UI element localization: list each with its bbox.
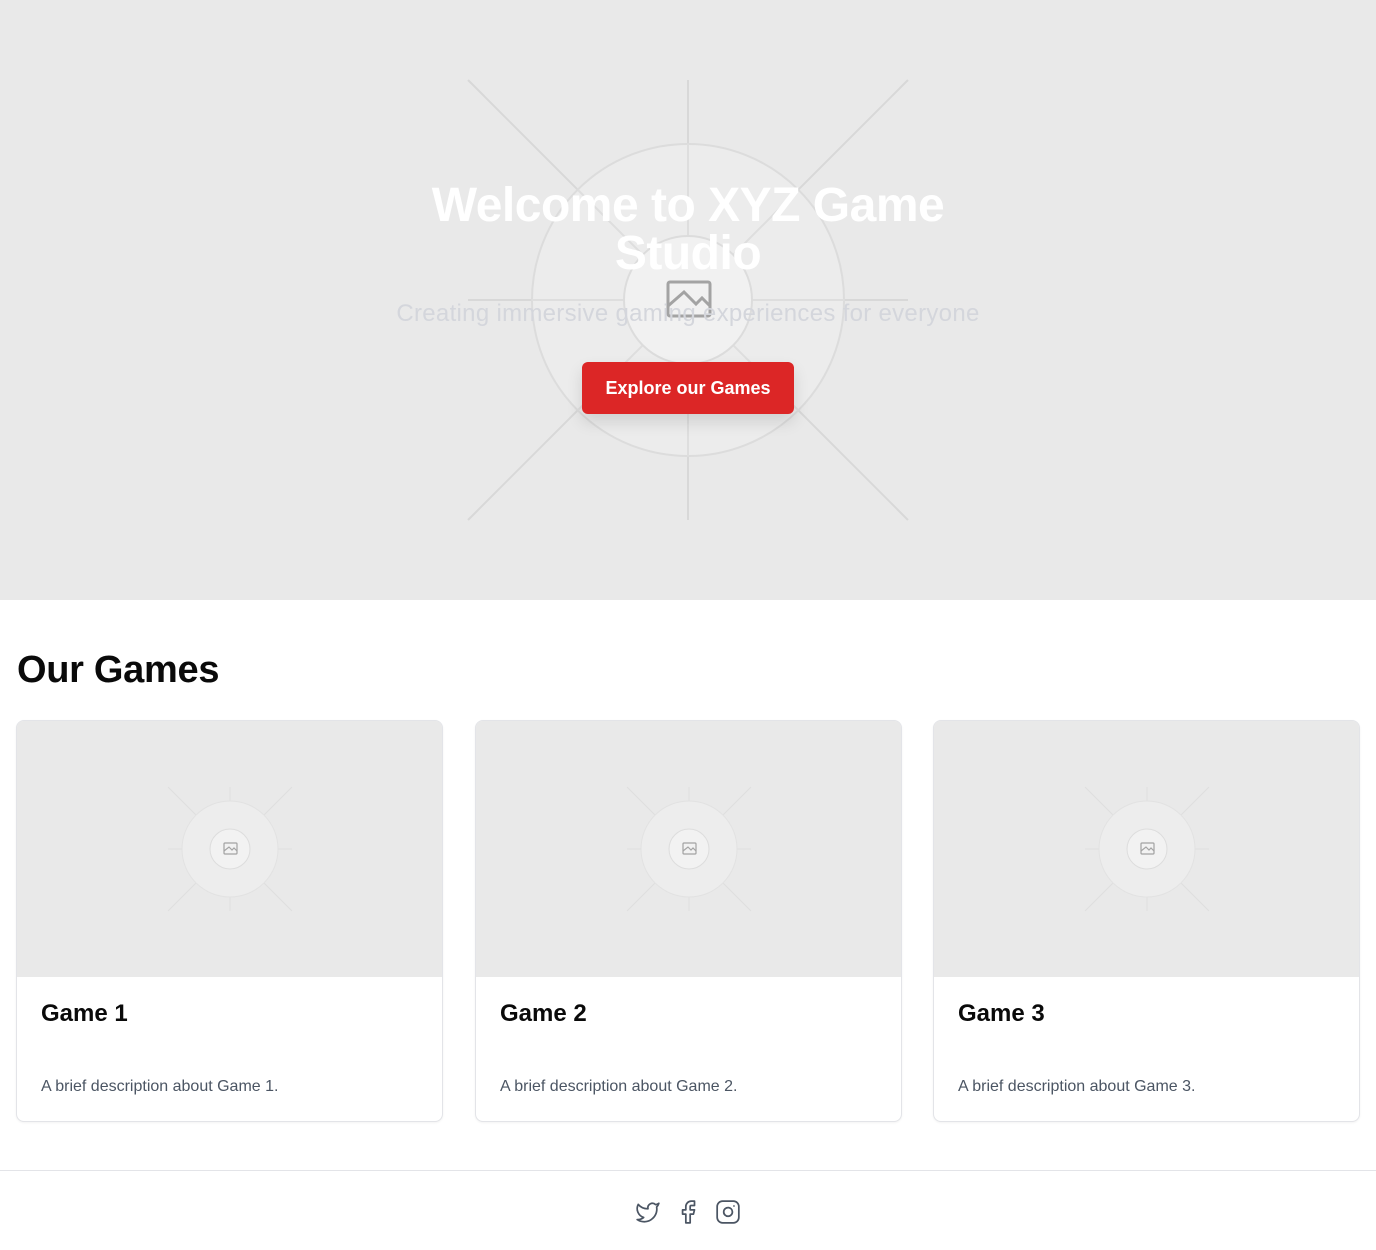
facebook-icon[interactable] — [675, 1199, 701, 1225]
game-card[interactable]: Game 1 A brief description about Game 1. — [16, 720, 443, 1122]
game-description: A brief description about Game 3. — [958, 1078, 1196, 1095]
hero-section: Welcome to XYZ Game Studio Creating imme… — [0, 0, 1376, 600]
game-description: A brief description about Game 2. — [500, 1078, 738, 1095]
hero-subtitle: Creating immersive gaming experiences fo… — [396, 300, 980, 327]
game-title: Game 3 — [958, 1000, 1045, 1027]
explore-games-button[interactable]: Explore our Games — [582, 362, 794, 414]
game-title: Game 1 — [41, 1000, 128, 1027]
section-title: Our Games — [17, 649, 220, 691]
image-placeholder-icon — [17, 721, 442, 977]
instagram-icon[interactable] — [715, 1199, 741, 1225]
twitter-icon[interactable] — [635, 1199, 661, 1225]
game-card[interactable]: Game 3 A brief description about Game 3. — [933, 720, 1360, 1122]
hero-title: Welcome to XYZ Game Studio — [431, 179, 945, 280]
image-placeholder-icon — [476, 721, 901, 977]
game-card[interactable]: Game 2 A brief description about Game 2. — [475, 720, 902, 1122]
game-title: Game 2 — [500, 1000, 587, 1027]
games-section: Our Games Game 1 A brief description abo… — [0, 600, 1376, 1170]
image-placeholder-icon — [934, 721, 1359, 977]
site-footer — [0, 1170, 1376, 1250]
game-description: A brief description about Game 1. — [41, 1078, 279, 1095]
hero-content: Welcome to XYZ Game Studio Creating imme… — [0, 0, 1376, 600]
